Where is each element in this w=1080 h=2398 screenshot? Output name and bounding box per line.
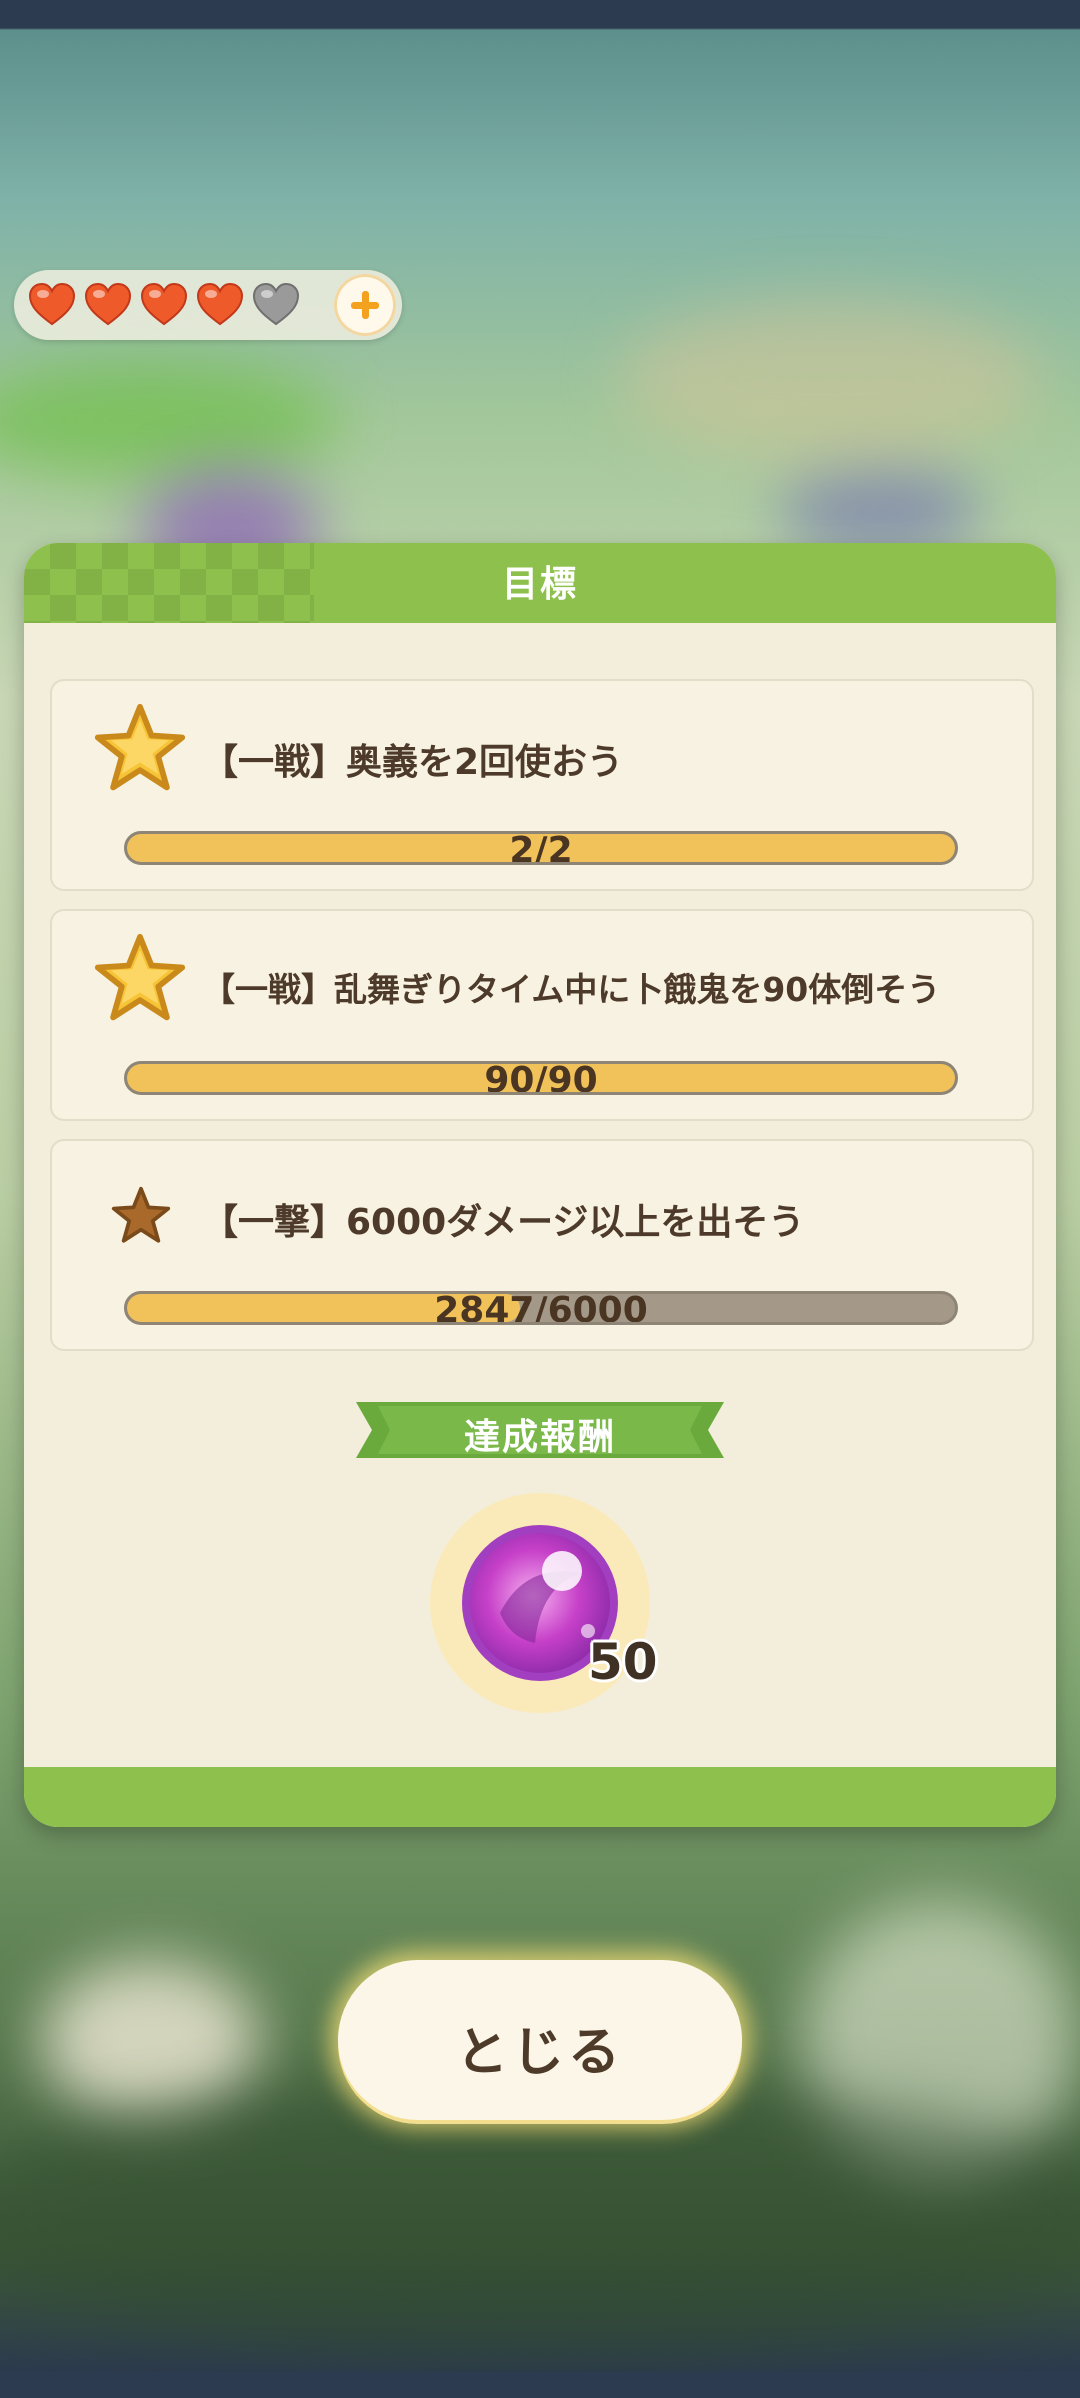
mission-card: 【一戦】奥義を2回使おう 2/2	[50, 679, 1034, 891]
close-button-label: とじる	[455, 2023, 624, 2083]
mission-text: 【一戦】奥義を2回使おう	[202, 742, 624, 783]
top-border	[0, 0, 1080, 28]
mission-text: 【一撃】6000ダメージ以上を出そう	[202, 1202, 805, 1243]
reward-ribbon-label: 達成報酬	[463, 1417, 616, 1458]
bottom-border	[0, 2372, 1080, 2398]
mission-progress-label: 90/90	[484, 1061, 598, 1095]
heart-full-icon	[196, 282, 244, 328]
background-blur	[0, 2080, 1080, 2360]
lives-bar	[14, 270, 402, 340]
bronze-star-icon	[110, 1185, 172, 1251]
background-blur	[620, 300, 1040, 460]
mission-text: 【一戦】乱舞ぎりタイム中に卜餓鬼を90体倒そう	[202, 970, 941, 1009]
mission-progress-bar: 2/2	[124, 831, 958, 865]
heart-full-icon	[84, 282, 132, 328]
mission-progress-label: 2/2	[509, 831, 573, 865]
background-blur	[0, 360, 340, 480]
mission-card: 【一戦】乱舞ぎりタイム中に卜餓鬼を90体倒そう 90/90	[50, 909, 1034, 1121]
goals-panel: 目標 【一戦】奥義を2回使おう 2/2 【一戦】乱舞ぎりタイム中に卜餓鬼を90体倒そ…	[24, 543, 1056, 1827]
mission-progress-label: 2847/6000	[434, 1291, 648, 1325]
reward-ribbon: 達成報酬	[356, 1398, 724, 1462]
panel-header: 目標	[24, 543, 1056, 623]
close-button[interactable]: とじる	[338, 1960, 742, 2120]
gold-star-icon	[92, 931, 188, 1031]
mission-progress-bar: 2847/6000	[124, 1291, 958, 1325]
mission-card: 【一撃】6000ダメージ以上を出そう 2847/6000	[50, 1139, 1034, 1351]
heart-full-icon	[28, 282, 76, 328]
heart-empty-icon	[252, 282, 300, 328]
add-lives-button[interactable]	[334, 274, 396, 336]
gold-star-icon	[92, 701, 188, 801]
panel-title: 目標	[501, 564, 578, 605]
heart-full-icon	[140, 282, 188, 328]
background-blur	[40, 1960, 260, 2120]
reward-count: 50	[588, 1633, 658, 1691]
mission-progress-bar: 90/90	[124, 1061, 958, 1095]
panel-footer	[24, 1767, 1056, 1827]
